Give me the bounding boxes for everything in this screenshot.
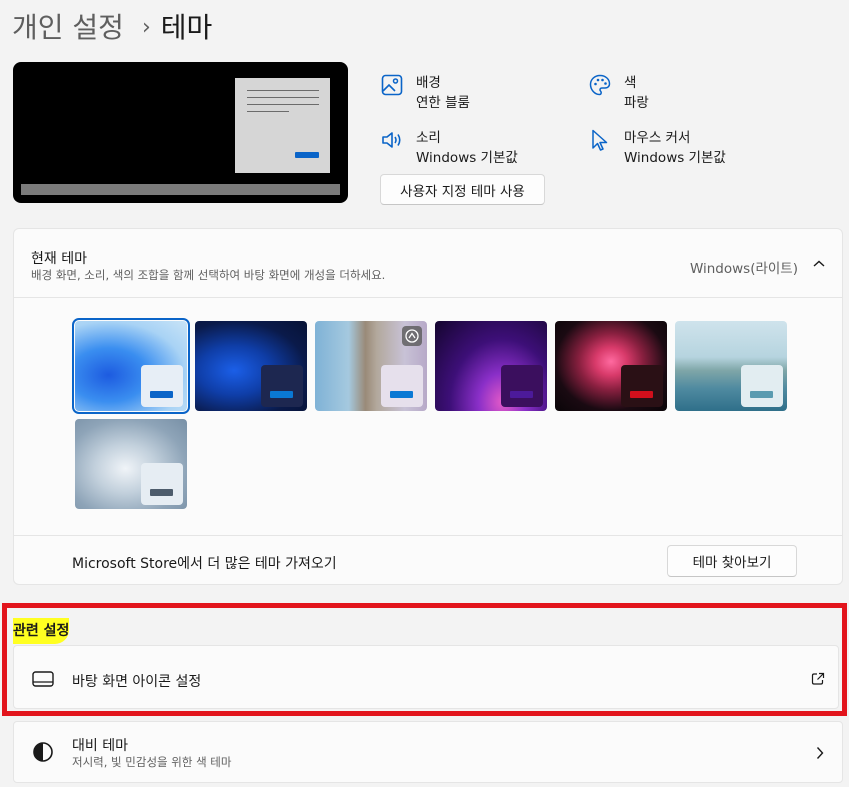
chevron-up-icon[interactable] — [812, 259, 826, 269]
contrast-theme-subtitle: 저시력, 빛 민감성을 위한 색 테마 — [72, 755, 232, 769]
contrast-theme-label: 대비 테마 — [72, 738, 128, 754]
theme-thumbnail-sunrise-lake[interactable] — [675, 321, 787, 411]
theme-preview-tile — [741, 365, 783, 407]
theme-thumbnail-windows-light[interactable] — [72, 318, 190, 414]
monitor-icon — [32, 671, 54, 687]
theme-thumbnail-glow[interactable] — [435, 321, 547, 411]
cursor-value: Windows 기본값 — [624, 150, 726, 166]
theme-thumbnail-spotlight[interactable] — [315, 321, 427, 411]
theme-preview — [13, 62, 348, 203]
store-row: Microsoft Store에서 더 많은 테마 가져오기 테마 찾아보기 — [14, 535, 842, 586]
custom-theme-button[interactable]: 사용자 지정 테마 사용 — [380, 174, 545, 205]
current-theme-header[interactable]: 현재 테마 배경 화면, 소리, 색의 조합을 함께 선택하여 바탕 화면에 개… — [14, 229, 842, 298]
cursor-icon — [592, 129, 608, 151]
image-icon — [381, 74, 403, 96]
current-theme-card: 현재 테마 배경 화면, 소리, 색의 조합을 함께 선택하여 바탕 화면에 개… — [13, 228, 843, 585]
current-theme-subtitle: 배경 화면, 소리, 색의 조합을 함께 선택하여 바탕 화면에 개성을 더하세… — [31, 268, 386, 282]
related-settings-heading: 관련 설정 — [13, 618, 70, 644]
breadcrumb: 개인 설정 › 테마 — [12, 6, 212, 46]
sound-label: 소리 — [416, 130, 441, 146]
desktop-icon-settings-label: 바탕 화면 아이콘 설정 — [72, 674, 202, 690]
contrast-theme-row[interactable]: 대비 테마 저시력, 빛 민감성을 위한 색 테마 — [13, 721, 843, 783]
sound-value: Windows 기본값 — [416, 150, 518, 166]
color-label: 색 — [624, 75, 637, 91]
theme-preview-tile — [141, 365, 183, 407]
color-value: 파랑 — [624, 95, 649, 111]
cursor-label: 마우스 커서 — [624, 130, 691, 146]
speaker-icon — [382, 132, 401, 148]
breadcrumb-parent[interactable]: 개인 설정 — [12, 11, 124, 44]
theme-preview-tile — [261, 365, 303, 407]
cursor-setting[interactable]: 마우스 커서 Windows 기본값 — [588, 128, 768, 168]
theme-preview-tile — [141, 463, 183, 505]
background-setting[interactable]: 배경 연한 블룸 — [380, 73, 560, 113]
browse-themes-button[interactable]: 테마 찾아보기 — [667, 545, 797, 577]
palette-icon — [589, 74, 611, 96]
page-title: 테마 — [160, 11, 213, 44]
external-link-icon — [811, 672, 825, 685]
preview-accent-button — [295, 152, 319, 158]
current-theme-title: 현재 테마 — [31, 251, 87, 267]
contrast-icon — [33, 742, 53, 762]
spotlight-icon — [402, 326, 422, 346]
background-value: 연한 블룸 — [416, 95, 470, 111]
sound-setting[interactable]: 소리 Windows 기본값 — [380, 128, 560, 168]
theme-preview-tile — [621, 365, 663, 407]
current-theme-value: Windows(라이트) — [689, 261, 798, 277]
theme-thumbnail-captured-motion[interactable] — [555, 321, 667, 411]
color-setting[interactable]: 색 파랑 — [588, 73, 768, 113]
desktop-icon-settings-row[interactable]: 바탕 화면 아이콘 설정 — [13, 645, 839, 709]
preview-taskbar — [21, 184, 340, 195]
breadcrumb-separator-icon: › — [141, 15, 151, 40]
preview-window — [235, 78, 330, 173]
theme-preview-tile — [381, 365, 423, 407]
theme-preview-tile — [501, 365, 543, 407]
theme-thumbnail-windows-dark[interactable] — [195, 321, 307, 411]
theme-thumbnail-flow[interactable] — [75, 419, 187, 509]
store-text: Microsoft Store에서 더 많은 테마 가져오기 — [72, 556, 337, 572]
background-label: 배경 — [416, 75, 441, 91]
chevron-right-icon — [816, 747, 824, 759]
